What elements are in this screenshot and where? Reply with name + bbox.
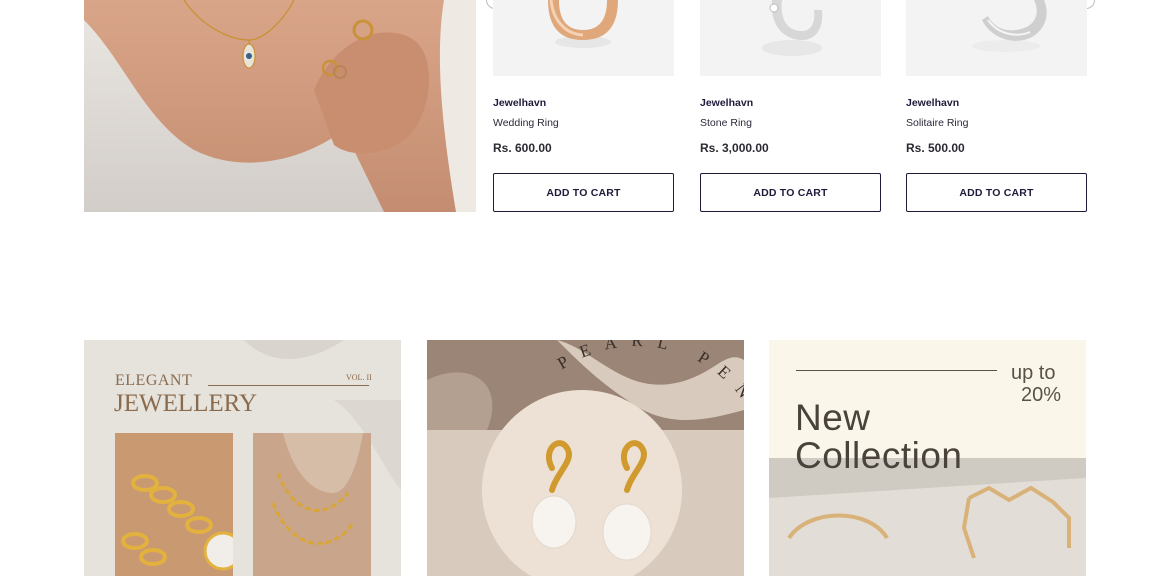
banner-heading-large: JEWELLERY [114,390,258,417]
product-card: Jewelhavn Stone Ring Rs. 3,000.00 ADD TO… [700,0,881,212]
pearl-pendant-curved-text: PEARL PENDANT [554,340,744,513]
svg-text:PEARL PENDANT: PEARL PENDANT [554,340,744,513]
product-price: Rs. 600.00 [493,141,552,155]
product-image-wedding-ring[interactable] [493,0,674,76]
product-card: Jewelhavn Wedding Ring Rs. 600.00 ADD TO… [493,0,674,212]
banner-photo-chain [115,433,233,576]
product-card: Jewelhavn Solitaire Ring Rs. 500.00 ADD … [906,0,1087,212]
banner-new-collection[interactable]: up to 20% New Collection [769,340,1086,576]
product-brand: Jewelhavn [700,97,754,109]
banner-title-line1: New [795,397,871,438]
product-price: Rs. 500.00 [906,141,965,155]
product-price: Rs. 3,000.00 [700,141,769,155]
product-image-solitaire-ring[interactable] [906,0,1087,76]
product-name[interactable]: Stone Ring [700,117,752,129]
hero-lifestyle-image [84,0,476,212]
add-to-cart-button[interactable]: ADD TO CART [906,173,1087,212]
banner-volume: VOL. II [346,373,372,382]
gold-chain-icon [115,433,233,576]
silver-ring-icon [762,0,823,56]
banner-elegant-jewellery[interactable]: ELEGANT JEWELLERY VOL. II [84,340,401,576]
banner-divider [208,385,369,386]
banner-title-line2: Collection [795,435,963,476]
silver-band-ring-icon [972,0,1047,52]
add-to-cart-button[interactable]: ADD TO CART [493,173,674,212]
banner-photo-necklace [253,433,371,576]
banner-pearl-pendant[interactable]: PEARL PENDANT [427,340,744,576]
product-brand: Jewelhavn [493,97,547,109]
promo-text-upto: up to [1011,362,1056,384]
necklace-model-illustration [84,0,476,212]
gold-ring-icon [548,0,618,48]
banner-heading-small: ELEGANT [115,372,193,389]
promo-text-percent: 20% [1021,384,1062,406]
product-name[interactable]: Wedding Ring [493,117,559,129]
necklace-icon [253,433,371,576]
add-to-cart-button[interactable]: ADD TO CART [700,173,881,212]
product-brand: Jewelhavn [906,97,960,109]
banner-divider [796,370,997,371]
product-name[interactable]: Solitaire Ring [906,117,968,129]
product-image-stone-ring[interactable] [700,0,881,76]
